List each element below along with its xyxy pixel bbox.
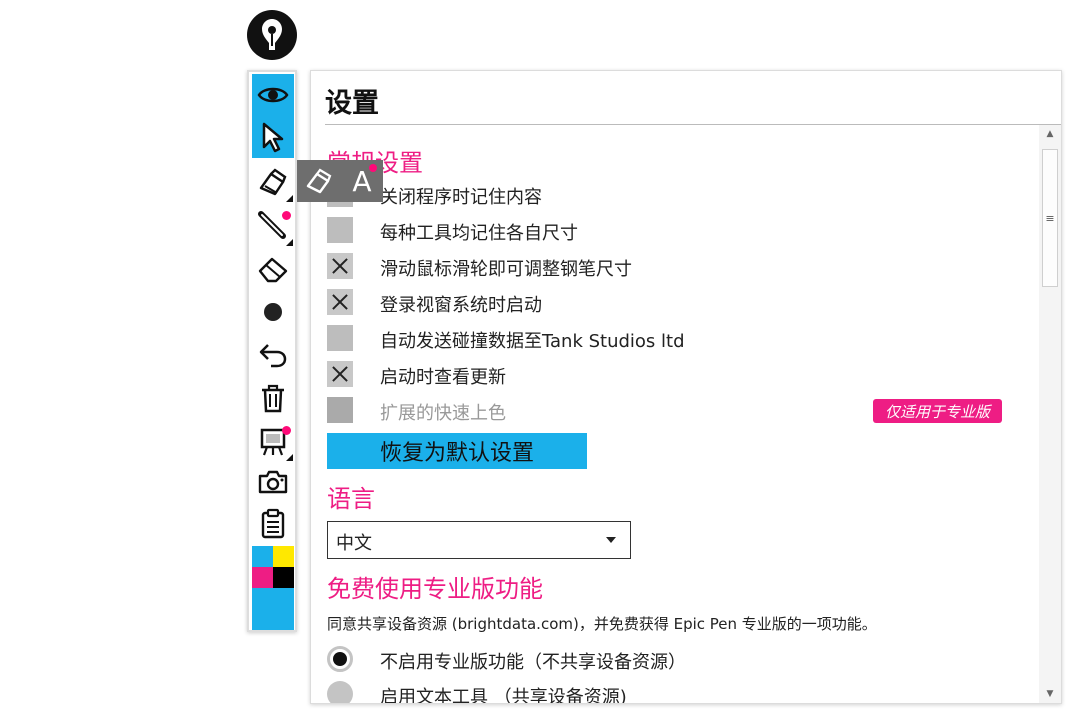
scrollbar-thumb[interactable]: ≡ bbox=[1042, 149, 1058, 287]
checkbox[interactable] bbox=[327, 253, 353, 279]
setting-label: 扩展的快速上色 bbox=[380, 403, 506, 424]
setting-label: 关闭程序时记住内容 bbox=[380, 187, 542, 208]
current-color-swatch[interactable] bbox=[252, 588, 294, 630]
chevron-down-icon bbox=[606, 537, 616, 543]
language-select[interactable]: 中文 bbox=[327, 521, 631, 559]
title-divider bbox=[325, 124, 1061, 125]
eraser-icon[interactable] bbox=[252, 248, 294, 290]
camera-icon[interactable] bbox=[252, 461, 294, 503]
clipboard-icon[interactable] bbox=[252, 502, 294, 544]
setting-remember-sizes[interactable]: 每种工具均记住各自尺寸 bbox=[327, 215, 1027, 245]
swatch-cyan[interactable] bbox=[252, 546, 273, 567]
language-heading: 语言 bbox=[327, 485, 375, 513]
epic-pen-logo-icon[interactable] bbox=[247, 10, 297, 60]
undo-icon[interactable] bbox=[252, 334, 294, 376]
checkbox[interactable] bbox=[327, 361, 353, 387]
checkbox[interactable] bbox=[327, 289, 353, 315]
checkbox bbox=[327, 397, 353, 423]
board-icon[interactable] bbox=[252, 420, 294, 462]
settings-content: 常规设置 关闭程序时记住内容 每种工具均记住各自尺寸 滑动鼠标滑轮即可调整钢笔尺… bbox=[327, 133, 1035, 703]
swatch-yellow[interactable] bbox=[273, 546, 294, 567]
trash-icon[interactable] bbox=[252, 377, 294, 419]
color-palette bbox=[252, 546, 294, 630]
cursor-icon[interactable] bbox=[252, 116, 294, 158]
highlighter-icon[interactable] bbox=[252, 205, 294, 247]
option-label: 不启用专业版功能（不共享设备资源） bbox=[380, 652, 686, 673]
eye-icon[interactable] bbox=[252, 74, 294, 116]
svg-text:A: A bbox=[352, 166, 371, 196]
marker-icon[interactable] bbox=[297, 160, 340, 202]
checkbox[interactable] bbox=[327, 217, 353, 243]
language-selected-value: 中文 bbox=[336, 533, 372, 554]
scroll-down-icon[interactable]: ▼ bbox=[1039, 685, 1061, 703]
scroll-up-icon[interactable]: ▲ bbox=[1039, 125, 1061, 143]
expand-corner-icon bbox=[286, 195, 293, 202]
option-label: 启用文本工具 （共享设备资源) bbox=[380, 687, 627, 704]
checkbox[interactable] bbox=[327, 325, 353, 351]
free-pro-heading: 免费使用专业版功能 bbox=[327, 575, 543, 603]
setting-remember-content[interactable]: 关闭程序时记住内容 bbox=[327, 179, 1027, 209]
setting-quick-color: 扩展的快速上色 仅适用于专业版 bbox=[327, 395, 1027, 425]
pen-options-flyout: A bbox=[297, 160, 383, 202]
setting-check-updates[interactable]: 启动时查看更新 bbox=[327, 359, 1027, 389]
setting-label: 每种工具均记住各自尺寸 bbox=[380, 223, 578, 244]
toolbar bbox=[247, 70, 297, 632]
pen-icon[interactable] bbox=[252, 161, 294, 203]
expand-corner-icon bbox=[286, 454, 293, 461]
setting-label: 登录视窗系统时启动 bbox=[380, 295, 542, 316]
color-dot-icon bbox=[282, 426, 291, 435]
scrollbar[interactable]: ▲ ≡ ▼ bbox=[1039, 125, 1061, 703]
option-enable-text-tool[interactable]: 启用文本工具 （共享设备资源) bbox=[327, 679, 1027, 704]
setting-start-on-login[interactable]: 登录视窗系统时启动 bbox=[327, 287, 1027, 317]
radio-button[interactable] bbox=[327, 646, 353, 672]
swatch-magenta[interactable] bbox=[252, 567, 273, 588]
page-title: 设置 bbox=[325, 88, 379, 119]
radio-button[interactable] bbox=[327, 681, 353, 703]
color-dot-icon bbox=[369, 164, 377, 172]
setting-scroll-wheel-size[interactable]: 滑动鼠标滑轮即可调整钢笔尺寸 bbox=[327, 251, 1027, 281]
settings-panel: 设置 常规设置 关闭程序时记住内容 每种工具均记住各自尺寸 滑动鼠标滑轮即可调整… bbox=[310, 70, 1062, 704]
free-pro-description: 同意共享设备资源 (brightdata.com)，并免费获得 Epic Pen… bbox=[327, 615, 877, 633]
brush-size-icon[interactable] bbox=[252, 291, 294, 333]
setting-label: 启动时查看更新 bbox=[380, 367, 506, 388]
setting-label: 滑动鼠标滑轮即可调整钢笔尺寸 bbox=[380, 259, 632, 280]
setting-send-crash-data[interactable]: 自动发送碰撞数据至Tank Studios ltd bbox=[327, 323, 1027, 353]
swatch-black[interactable] bbox=[273, 567, 294, 588]
option-disable-pro[interactable]: 不启用专业版功能（不共享设备资源） bbox=[327, 644, 1027, 674]
pro-only-badge[interactable]: 仅适用于专业版 bbox=[873, 399, 1003, 423]
reset-defaults-button[interactable]: 恢复为默认设置 bbox=[327, 433, 587, 469]
expand-corner-icon bbox=[286, 239, 293, 246]
setting-label: 自动发送碰撞数据至Tank Studios ltd bbox=[380, 331, 685, 352]
color-dot-icon bbox=[282, 211, 291, 220]
